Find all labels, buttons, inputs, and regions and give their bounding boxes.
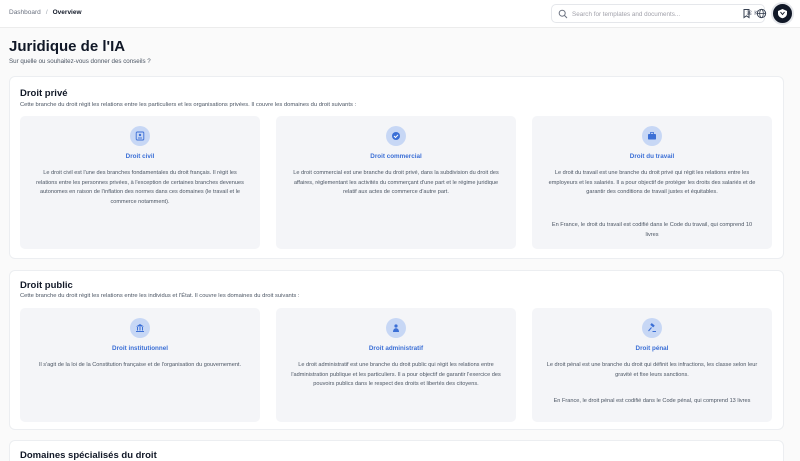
card-title: Droit commercial — [370, 153, 422, 160]
card-description: Le droit commercial est une branche du d… — [293, 170, 499, 196]
institution-icon — [136, 324, 144, 332]
card-droit-commercial[interactable]: Droit commercial Le droit commercial est… — [276, 116, 516, 249]
card-droit-administratif[interactable]: Droit administratif Le droit administrat… — [276, 308, 516, 422]
section-droit-prive: Droit privé Cette branche du droit régit… — [9, 76, 784, 259]
search-box[interactable]: ⌘ K — [551, 4, 765, 23]
card-droit-institutionnel[interactable]: Droit institutionnel Il s'agit de la loi… — [20, 308, 260, 422]
card-description: Le droit civil est l'une des branches fo… — [36, 170, 244, 205]
search-input[interactable] — [572, 7, 732, 21]
section-title: Droit public — [20, 280, 73, 291]
card-droit-penal[interactable]: Droit pénal Le droit pénal est une branc… — [532, 308, 772, 422]
id-card-icon — [135, 131, 145, 141]
card-note: En France, le droit du travail est codif… — [551, 222, 753, 238]
section-title: Domaines spécialisés du droit — [20, 450, 157, 461]
card-description: Le droit du travail est une branche du d… — [548, 170, 756, 196]
card-icon-circle — [642, 318, 662, 338]
card-icon-circle — [386, 318, 406, 338]
card-icon-circle — [386, 126, 406, 146]
card-title: Droit pénal — [635, 345, 669, 352]
check-badge-icon — [392, 132, 400, 140]
page-subtitle: Sur quelle ou souhaitez-vous donner des … — [9, 58, 151, 65]
section-description: Cette branche du droit régit les relatio… — [20, 293, 300, 299]
card-icon-circle — [642, 126, 662, 146]
avatar[interactable] — [771, 2, 794, 25]
card-droit-du-travail[interactable]: Droit du travail Le droit du travail est… — [532, 116, 772, 249]
card-description: Il s'agit de la loi de la Constitution f… — [38, 362, 242, 368]
page-title: Juridique de l'IA — [9, 38, 126, 55]
people-icon — [393, 324, 399, 332]
card-droit-civil[interactable]: Droit civil Le droit civil est l'une des… — [20, 116, 260, 249]
card-description: Le droit administratif est une branche d… — [291, 362, 501, 388]
card-title: Droit institutionnel — [112, 345, 168, 352]
card-note: En France, le droit pénal est codifié da… — [553, 398, 751, 404]
shield-logo-icon — [778, 9, 787, 19]
section-description: Cette branche du droit régit les relatio… — [20, 102, 357, 108]
breadcrumb-separator: / — [45, 9, 48, 16]
card-title: Droit du travail — [629, 153, 675, 160]
section-domaines-specialises: Domaines spécialisés du droit — [9, 440, 784, 461]
card-icon-circle — [130, 126, 150, 146]
bookmark-icon[interactable] — [741, 8, 752, 19]
section-title: Droit privé — [20, 88, 68, 99]
top-bar: Dashboard / Overview ⌘ K — [0, 0, 800, 28]
breadcrumb-overview[interactable]: Overview — [53, 9, 82, 16]
card-title: Droit administratif — [368, 345, 424, 352]
breadcrumb-dashboard[interactable]: Dashboard — [9, 9, 41, 16]
card-description: Le droit pénal est une branche du droit … — [546, 362, 758, 378]
briefcase-icon — [648, 132, 656, 140]
search-icon — [558, 9, 568, 19]
globe-icon[interactable] — [756, 8, 767, 19]
card-title: Droit civil — [125, 153, 155, 160]
gavel-icon — [648, 323, 656, 332]
section-droit-public: Droit public Cette branche du droit régi… — [9, 270, 784, 430]
breadcrumb: Dashboard / Overview — [9, 9, 82, 16]
card-icon-circle — [130, 318, 150, 338]
